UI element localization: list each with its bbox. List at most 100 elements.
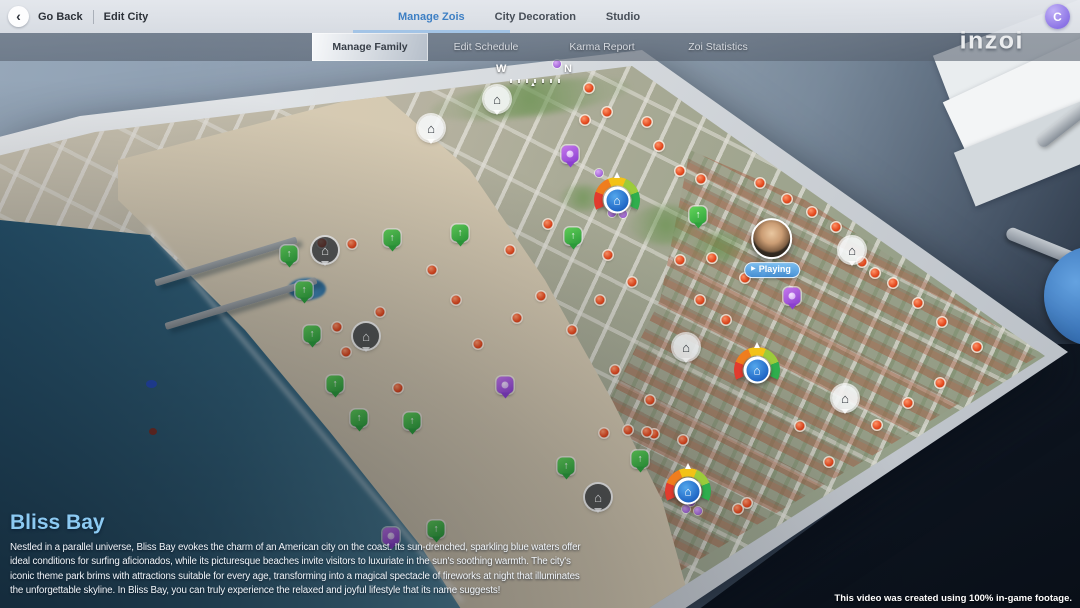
zoi-location-dot[interactable] bbox=[695, 295, 705, 305]
zoi-location-dot[interactable] bbox=[733, 504, 743, 514]
compass-north-label: N bbox=[564, 63, 572, 75]
zoi-location-dot[interactable] bbox=[580, 115, 590, 125]
special-location-dot[interactable] bbox=[595, 169, 603, 177]
compass-tick bbox=[558, 79, 560, 83]
community-lot-marker[interactable]: ⌂ bbox=[312, 237, 338, 263]
go-back-button[interactable]: ‹ Go Back bbox=[8, 6, 83, 27]
special-lot-pin[interactable] bbox=[783, 287, 801, 305]
vacant-lot-pin[interactable]: ↑ bbox=[295, 281, 313, 299]
zoi-location-dot[interactable] bbox=[623, 425, 633, 435]
player-avatar bbox=[751, 218, 793, 260]
zoi-location-dot[interactable] bbox=[795, 421, 805, 431]
vacant-lot-pin[interactable]: ↑ bbox=[403, 412, 421, 430]
vacant-lot-pin[interactable]: ↑ bbox=[631, 450, 649, 468]
special-lot-pin[interactable] bbox=[561, 145, 579, 163]
subtab-karma-report[interactable]: Karma Report bbox=[544, 33, 660, 61]
zoi-location-dot[interactable] bbox=[824, 457, 834, 467]
vacant-lot-pin[interactable]: ↑ bbox=[564, 227, 582, 245]
vacant-lot-pin[interactable]: ↑ bbox=[350, 409, 368, 427]
zoi-location-dot[interactable] bbox=[536, 291, 546, 301]
inzoi-city-screen: W N ▲ ↑ ↑ ↑ ↑ ↑ ↑ ↑ ↑ ↑ ↑ ↑ ↑ ↑ ⌂ ⌂ ⌂ ⌂ ⌂ ⌂ ⌂ ⌂ ⌂ ⌂ ⌂ ▶ Playing ‹… bbox=[0, 0, 1080, 608]
vacant-lot-pin[interactable]: ↑ bbox=[557, 457, 575, 475]
community-lot-marker[interactable]: ⌂ bbox=[484, 86, 510, 112]
vacant-lot-pin[interactable]: ↑ bbox=[383, 229, 401, 247]
zoi-location-dot[interactable] bbox=[935, 378, 945, 388]
vacant-lot-pin[interactable]: ↑ bbox=[326, 375, 344, 393]
zoi-location-dot[interactable] bbox=[567, 325, 577, 335]
zoi-location-dot[interactable] bbox=[755, 178, 765, 188]
vacant-lot-pin[interactable]: ↑ bbox=[303, 325, 321, 343]
subtab-manage-family[interactable]: Manage Family bbox=[312, 33, 428, 61]
community-lot-marker[interactable]: ⌂ bbox=[673, 334, 699, 360]
zoi-location-dot[interactable] bbox=[972, 342, 982, 352]
zoi-location-dot[interactable] bbox=[603, 250, 613, 260]
community-lot-marker[interactable]: ⌂ bbox=[418, 115, 444, 141]
zoi-location-dot[interactable] bbox=[782, 194, 792, 204]
zoi-location-dot[interactable] bbox=[512, 313, 522, 323]
zoi-location-dot[interactable] bbox=[599, 428, 609, 438]
zoi-location-dot[interactable] bbox=[903, 398, 913, 408]
zoi-location-dot[interactable] bbox=[341, 347, 351, 357]
zoi-location-dot[interactable] bbox=[642, 427, 652, 437]
zoi-location-dot[interactable] bbox=[332, 322, 342, 332]
compass-tick bbox=[526, 79, 528, 83]
zoi-location-dot[interactable] bbox=[696, 174, 706, 184]
subtab-edit-schedule[interactable]: Edit Schedule bbox=[428, 33, 544, 61]
zoi-location-dot[interactable] bbox=[610, 365, 620, 375]
zoi-location-dot[interactable] bbox=[347, 239, 357, 249]
zoi-location-dot[interactable] bbox=[393, 383, 403, 393]
up-arrow-icon: ↑ bbox=[563, 460, 569, 471]
inzoi-logo: inzoi bbox=[959, 27, 1024, 55]
zoi-location-dot[interactable] bbox=[543, 219, 553, 229]
zoi-location-dot[interactable] bbox=[654, 141, 664, 151]
up-arrow-icon: ↑ bbox=[301, 284, 307, 295]
special-lot-pin[interactable] bbox=[496, 376, 514, 394]
special-location-dot[interactable] bbox=[553, 60, 561, 68]
zoi-location-dot[interactable] bbox=[451, 295, 461, 305]
zoi-location-dot[interactable] bbox=[807, 207, 817, 217]
zoi-location-dot[interactable] bbox=[642, 117, 652, 127]
zoi-location-dot[interactable] bbox=[870, 268, 880, 278]
community-lot-marker[interactable]: ⌂ bbox=[839, 237, 865, 263]
zoi-location-dot[interactable] bbox=[375, 307, 385, 317]
zoi-location-dot[interactable] bbox=[707, 253, 717, 263]
vacant-lot-pin[interactable]: ↑ bbox=[451, 224, 469, 242]
edit-city-button[interactable]: Edit City bbox=[104, 11, 149, 23]
tab-studio[interactable]: Studio bbox=[606, 0, 640, 33]
tab-manage-zois[interactable]: Manage Zois bbox=[353, 0, 510, 33]
zoi-location-dot[interactable] bbox=[602, 107, 612, 117]
community-lot-marker[interactable]: ⌂ bbox=[832, 385, 858, 411]
zoi-location-dot[interactable] bbox=[742, 498, 752, 508]
zoi-location-dot[interactable] bbox=[595, 295, 605, 305]
up-arrow-icon: ↑ bbox=[356, 412, 362, 423]
zoi-location-dot[interactable] bbox=[627, 277, 637, 287]
subtab-zoi-statistics[interactable]: Zoi Statistics bbox=[660, 33, 776, 61]
zoi-location-dot[interactable] bbox=[427, 265, 437, 275]
zoi-location-dot[interactable] bbox=[584, 83, 594, 93]
family-home-marker[interactable]: ⌂ bbox=[665, 463, 711, 514]
house-icon: ⌂ bbox=[613, 193, 621, 207]
family-home-marker[interactable]: ⌂ bbox=[734, 342, 780, 393]
zoi-location-dot[interactable] bbox=[473, 339, 483, 349]
zoi-location-dot[interactable] bbox=[645, 395, 655, 405]
zoi-location-dot[interactable] bbox=[721, 315, 731, 325]
zoi-location-dot[interactable] bbox=[831, 222, 841, 232]
active-player-marker[interactable]: ▶ Playing bbox=[744, 218, 800, 278]
vacant-lot-pin[interactable]: ↑ bbox=[280, 245, 298, 263]
zoi-location-dot[interactable] bbox=[937, 317, 947, 327]
zoi-location-dot[interactable] bbox=[675, 255, 685, 265]
tab-city-decoration[interactable]: City Decoration bbox=[495, 0, 576, 33]
zoi-location-dot[interactable] bbox=[675, 166, 685, 176]
community-lot-marker[interactable]: ⌂ bbox=[353, 323, 379, 349]
community-lot-marker[interactable]: ⌂ bbox=[585, 484, 611, 510]
zoi-location-dot[interactable] bbox=[678, 435, 688, 445]
pin-dot-icon bbox=[501, 381, 509, 389]
zoi-location-dot[interactable] bbox=[872, 420, 882, 430]
up-arrow-icon: ↑ bbox=[695, 209, 701, 220]
canvas-profile-icon[interactable]: C bbox=[1045, 4, 1070, 29]
vacant-lot-pin[interactable]: ↑ bbox=[689, 206, 707, 224]
zoi-location-dot[interactable] bbox=[888, 278, 898, 288]
zoi-location-dot[interactable] bbox=[505, 245, 515, 255]
family-home-marker[interactable]: ⌂ bbox=[594, 172, 640, 223]
zoi-location-dot[interactable] bbox=[913, 298, 923, 308]
